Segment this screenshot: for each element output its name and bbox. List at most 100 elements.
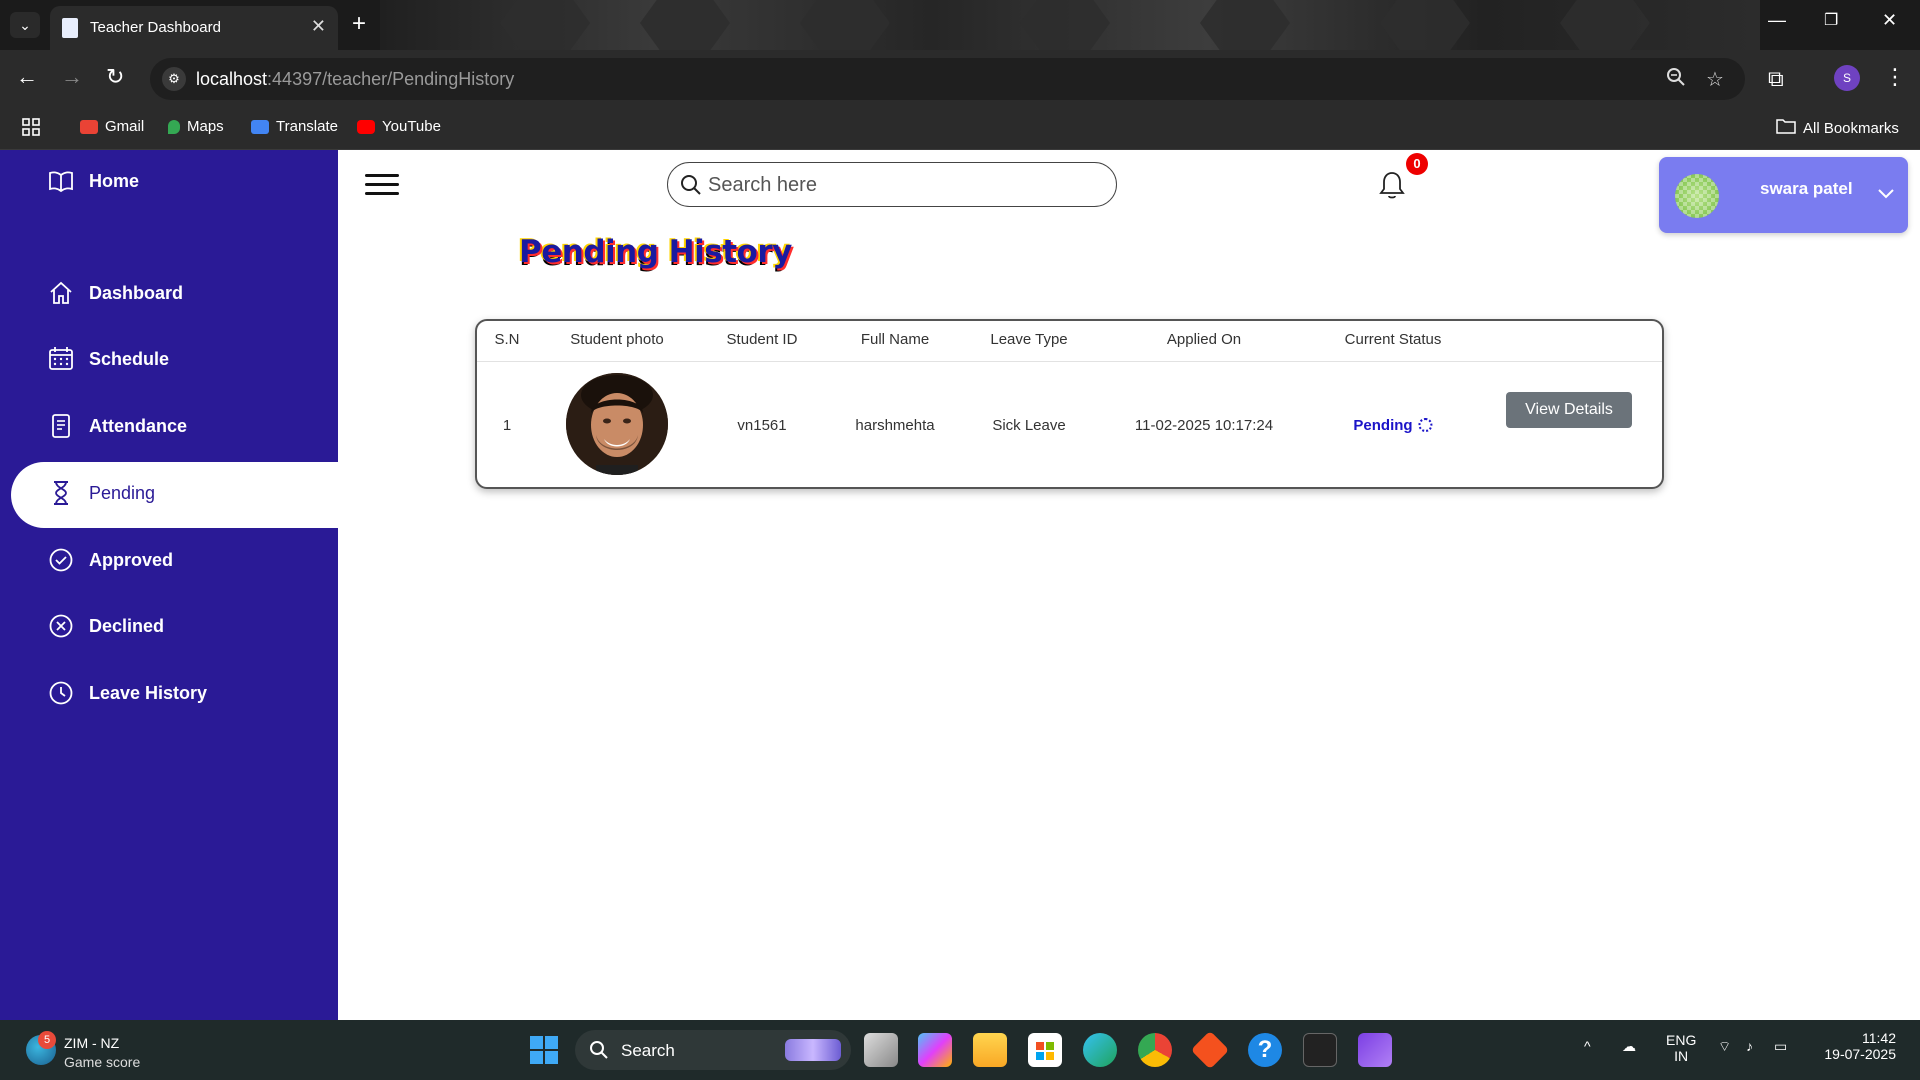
bookmark-maps[interactable]: Maps — [168, 118, 224, 135]
sidebar-item-declined[interactable]: Declined — [0, 595, 338, 661]
clock[interactable]: 11:42 19-07-2025 — [1816, 1030, 1896, 1062]
notification-bell-icon[interactable] — [1378, 170, 1406, 200]
forward-arrow-icon[interactable]: → — [61, 64, 83, 90]
sidebar-item-approved[interactable]: Approved — [0, 529, 338, 595]
window-close-icon[interactable]: ✕ — [1882, 10, 1897, 31]
battery-icon[interactable]: ▭ — [1774, 1038, 1787, 1055]
volume-icon[interactable]: ♪ — [1746, 1038, 1753, 1054]
house-icon — [48, 280, 74, 306]
maps-icon — [168, 119, 180, 134]
sidebar-item-home[interactable]: Home — [0, 150, 338, 216]
url-text[interactable]: localhost:44397/teacher/PendingHistory — [196, 69, 514, 90]
sidebar-item-label: Leave History — [89, 683, 208, 703]
sidebar-item-label: Pending — [89, 483, 156, 503]
show-hidden-icons[interactable]: ^ — [1584, 1038, 1591, 1054]
edge-icon[interactable] — [1083, 1033, 1117, 1067]
bookmark-star-icon[interactable]: ☆ — [1706, 67, 1724, 92]
tab-close-icon[interactable]: ✕ — [311, 16, 326, 37]
reload-icon[interactable]: ↻ — [106, 64, 124, 90]
wifi-icon[interactable]: ⌔ — [1718, 1038, 1731, 1056]
sidebar-item-label: Dashboard — [89, 283, 184, 303]
bookmark-youtube[interactable]: YouTube — [357, 118, 441, 135]
student-photo — [566, 373, 668, 475]
book-icon — [48, 168, 74, 194]
visual-studio-icon[interactable] — [1358, 1033, 1392, 1067]
column-header: S.N — [494, 331, 520, 348]
x-circle-icon — [48, 613, 74, 639]
cell-leave-type: Sick Leave — [992, 417, 1066, 434]
document-icon — [48, 413, 74, 439]
apps-grid-icon[interactable] — [22, 118, 40, 136]
bookmarks-bar: Gmail Maps Translate YouTube All Bookmar… — [0, 108, 1920, 150]
browser-toolbar: ← → ↻ ⚙ localhost:44397/teacher/PendingH… — [0, 50, 1920, 108]
taskbar: 5 ZIM - NZ Game score Search ? ^ ☁ ENG I… — [0, 1020, 1920, 1080]
clock-icon — [48, 680, 74, 706]
sidebar-item-schedule[interactable]: Schedule — [0, 328, 338, 394]
site-info-icon[interactable]: ⚙ — [162, 67, 186, 91]
menu-toggle-icon[interactable] — [365, 174, 399, 196]
restore-icon[interactable]: ❐ — [1824, 10, 1838, 30]
column-header: Full Name — [860, 331, 930, 348]
translate-icon — [251, 119, 269, 134]
gmail-icon — [80, 119, 98, 134]
task-view-icon[interactable] — [864, 1033, 898, 1067]
column-header: Current Status — [1344, 331, 1442, 348]
extensions-icon[interactable]: ⧉ — [1768, 66, 1784, 92]
cell-student-id: vn1561 — [737, 417, 787, 434]
search-icon — [589, 1040, 609, 1065]
bookmark-translate[interactable]: Translate — [251, 118, 338, 135]
sidebar: Home Dashboard Schedule Attendance Pendi… — [0, 150, 338, 1020]
help-icon[interactable]: ? — [1248, 1033, 1282, 1067]
search-icon — [680, 174, 702, 201]
chrome-icon[interactable] — [1138, 1033, 1172, 1067]
sidebar-item-attendance[interactable]: Attendance — [0, 395, 338, 461]
minimize-icon[interactable]: — — [1768, 10, 1786, 31]
browser-titlebar: ⌄ Teacher Dashboard ✕ + — ❐ ✕ — [0, 0, 1920, 50]
back-arrow-icon[interactable]: ← — [16, 64, 38, 90]
browser-menu-icon[interactable]: ⋮ — [1884, 64, 1906, 90]
window-background-decoration — [380, 0, 1760, 50]
address-bar[interactable]: ⚙ localhost:44397/teacher/PendingHistory… — [150, 58, 1745, 100]
search-box[interactable] — [667, 162, 1117, 207]
user-profile-dropdown[interactable]: swara patel — [1659, 157, 1908, 233]
widget-badge: 5 — [38, 1031, 56, 1049]
cell-applied-on: 11-02-2025 10:17:24 — [1134, 417, 1274, 434]
zoom-icon[interactable] — [1666, 67, 1686, 93]
chevron-down-icon[interactable] — [1878, 186, 1894, 204]
language-indicator[interactable]: ENG IN — [1666, 1032, 1696, 1064]
windows-start-icon[interactable] — [527, 1033, 561, 1067]
bookmark-gmail[interactable]: Gmail — [80, 118, 144, 135]
column-header: Applied On — [1166, 331, 1242, 348]
profile-avatar[interactable]: S — [1834, 65, 1860, 91]
onedrive-icon[interactable]: ☁ — [1622, 1038, 1636, 1055]
new-tab-button[interactable]: + — [352, 10, 366, 38]
hourglass-icon — [48, 480, 74, 506]
tab-search-button[interactable]: ⌄ — [10, 12, 40, 38]
page-favicon-icon — [62, 18, 78, 38]
youtube-icon — [357, 119, 375, 134]
sidebar-item-leave-history[interactable]: Leave History — [0, 662, 338, 728]
tab-title: Teacher Dashboard — [90, 19, 221, 36]
git-icon[interactable] — [1190, 1030, 1230, 1070]
sidebar-item-label: Attendance — [89, 416, 188, 436]
all-bookmarks[interactable]: All Bookmarks — [1776, 118, 1899, 138]
taskbar-search[interactable]: Search — [575, 1030, 851, 1070]
copilot-icon[interactable] — [918, 1033, 952, 1067]
cell-full-name: harshmehta — [855, 417, 935, 434]
check-circle-icon — [48, 547, 74, 573]
sidebar-item-label: Declined — [89, 616, 165, 636]
sidebar-item-pending[interactable]: Pending — [11, 462, 338, 528]
cell-sn: 1 — [502, 417, 512, 434]
header-divider — [477, 361, 1662, 362]
search-input[interactable] — [708, 171, 1098, 199]
column-header: Leave Type — [990, 331, 1068, 348]
file-explorer-icon[interactable] — [973, 1033, 1007, 1067]
terminal-icon[interactable] — [1303, 1033, 1337, 1067]
user-name: swara patel — [1760, 179, 1853, 198]
view-details-button[interactable]: View Details — [1506, 392, 1632, 428]
search-highlight-icon — [785, 1039, 841, 1061]
browser-tab-active[interactable]: Teacher Dashboard ✕ — [50, 6, 338, 50]
sidebar-item-label: Schedule — [89, 349, 170, 369]
microsoft-store-icon[interactable] — [1028, 1033, 1062, 1067]
sidebar-item-dashboard[interactable]: Dashboard — [0, 262, 338, 328]
